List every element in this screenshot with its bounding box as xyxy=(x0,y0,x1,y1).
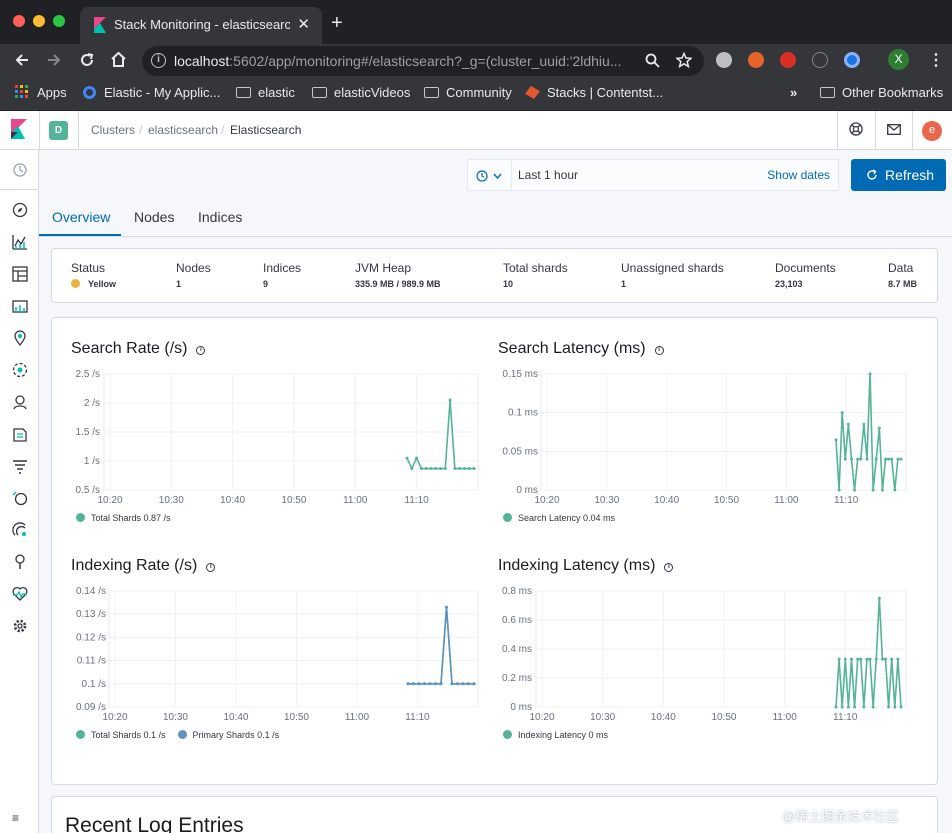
data-point xyxy=(834,705,838,709)
x-tick-label: 10:20 xyxy=(529,712,554,723)
data-point xyxy=(896,657,900,661)
data-point xyxy=(877,596,881,600)
data-point xyxy=(853,705,857,709)
data-point xyxy=(865,657,869,661)
data-point xyxy=(868,657,872,661)
x-tick-label: 10:50 xyxy=(711,712,736,723)
data-point xyxy=(880,657,884,661)
y-tick-label: 0.4 ms xyxy=(502,644,532,655)
chart-indexing-latency: 0.8 ms0.6 ms0.4 ms0.2 ms0 ms10:20 10:30 10… xyxy=(502,586,907,723)
x-tick-label: 11:10 xyxy=(833,712,858,723)
data-point xyxy=(837,657,841,661)
legend-dot xyxy=(503,730,512,739)
data-point xyxy=(893,705,897,709)
watermark: @稀土掘金技术社区 xyxy=(782,809,900,824)
y-tick-label: 0.2 ms xyxy=(502,673,532,684)
data-point xyxy=(856,657,860,661)
data-point xyxy=(849,657,853,661)
data-point xyxy=(846,705,850,709)
x-tick-label: 11:00 xyxy=(772,712,797,723)
data-point xyxy=(884,657,888,661)
data-point xyxy=(843,657,847,661)
data-point xyxy=(890,657,894,661)
log-section-title: Recent Log Entries xyxy=(65,814,244,833)
x-tick-label: 10:30 xyxy=(590,712,615,723)
legend-indexing-latency: Indexing Latency 0 ms xyxy=(503,730,608,740)
y-tick-label: 0.8 ms xyxy=(502,586,532,597)
y-tick-label: 0.6 ms xyxy=(502,615,532,626)
data-point xyxy=(859,657,863,661)
x-tick-label: 10:40 xyxy=(651,712,676,723)
data-point xyxy=(874,657,878,661)
data-point xyxy=(887,705,891,709)
data-point xyxy=(899,705,903,709)
data-point xyxy=(871,705,875,709)
data-point xyxy=(862,705,866,709)
data-point xyxy=(840,705,844,709)
